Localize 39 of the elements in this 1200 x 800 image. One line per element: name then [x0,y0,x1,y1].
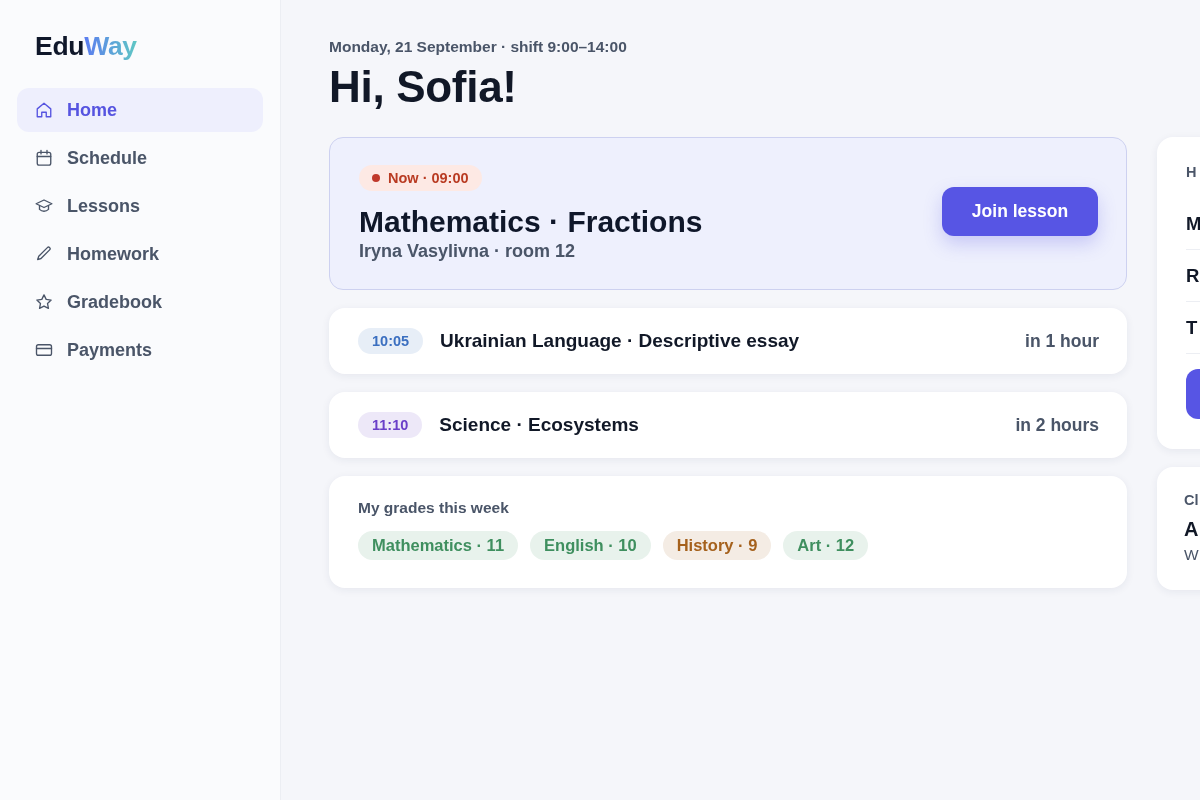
date-line: Monday, 21 September · shift 9:00–14:00 [329,38,627,56]
nav-item[interactable]: Schedule [17,136,263,180]
nav-item[interactable]: Payments [17,328,263,372]
starts-in-text: in 2 hours [1015,414,1099,436]
lesson-row[interactable]: 10:05 Ukrainian Language · Descriptive essay in 1 hour [329,308,1127,374]
list-item-text: M [1186,213,1200,234]
lesson-teacher-room: Iryna Vasylivna · room 12 [359,241,576,262]
nav-item[interactable]: Gradebook [17,280,263,324]
starts-in-text: in 1 hour [1025,330,1099,352]
card-text: W [1184,546,1199,563]
join-lesson-button[interactable]: Join lesson [942,186,1098,236]
grade-chip: English · 10 [530,531,651,560]
lesson-title: Mathematics · Fractions [359,205,703,239]
home-icon [35,101,53,119]
greeting: Hi, Sofia! [329,63,517,111]
calendar-icon [35,149,53,167]
star-icon [35,293,53,311]
nav-item[interactable]: Homework [17,232,263,276]
card-heading: H [1186,164,1197,180]
grade-chip: Mathematics · 11 [358,531,519,560]
list-item-text: T [1186,317,1198,338]
card-label: Cl [1184,492,1199,508]
time-badge: 11:10 [358,412,423,438]
grades-title: My grades this week [358,499,509,516]
lesson-title: Ukrainian Language · Descriptive essay [440,330,800,352]
credit-card-icon [35,341,53,359]
nav-item[interactable]: Home [17,88,263,132]
lesson-row[interactable]: 11:10 Science · Ecosystems in 2 hours [329,392,1127,458]
time-badge: 10:05 [358,328,424,354]
graduation-cap-icon [35,197,53,215]
grade-chip: Art · 12 [783,531,869,560]
lesson-title: Science · Ecosystems [439,414,639,436]
nav-item[interactable]: Lessons [17,184,263,228]
badge-text: Now · 09:00 [388,170,469,186]
list-item-text: R [1186,265,1200,286]
grade-chip: History · 9 [662,531,772,560]
live-dot-icon [372,174,380,182]
pencil-icon [35,245,53,263]
card-title: A [1184,518,1199,540]
